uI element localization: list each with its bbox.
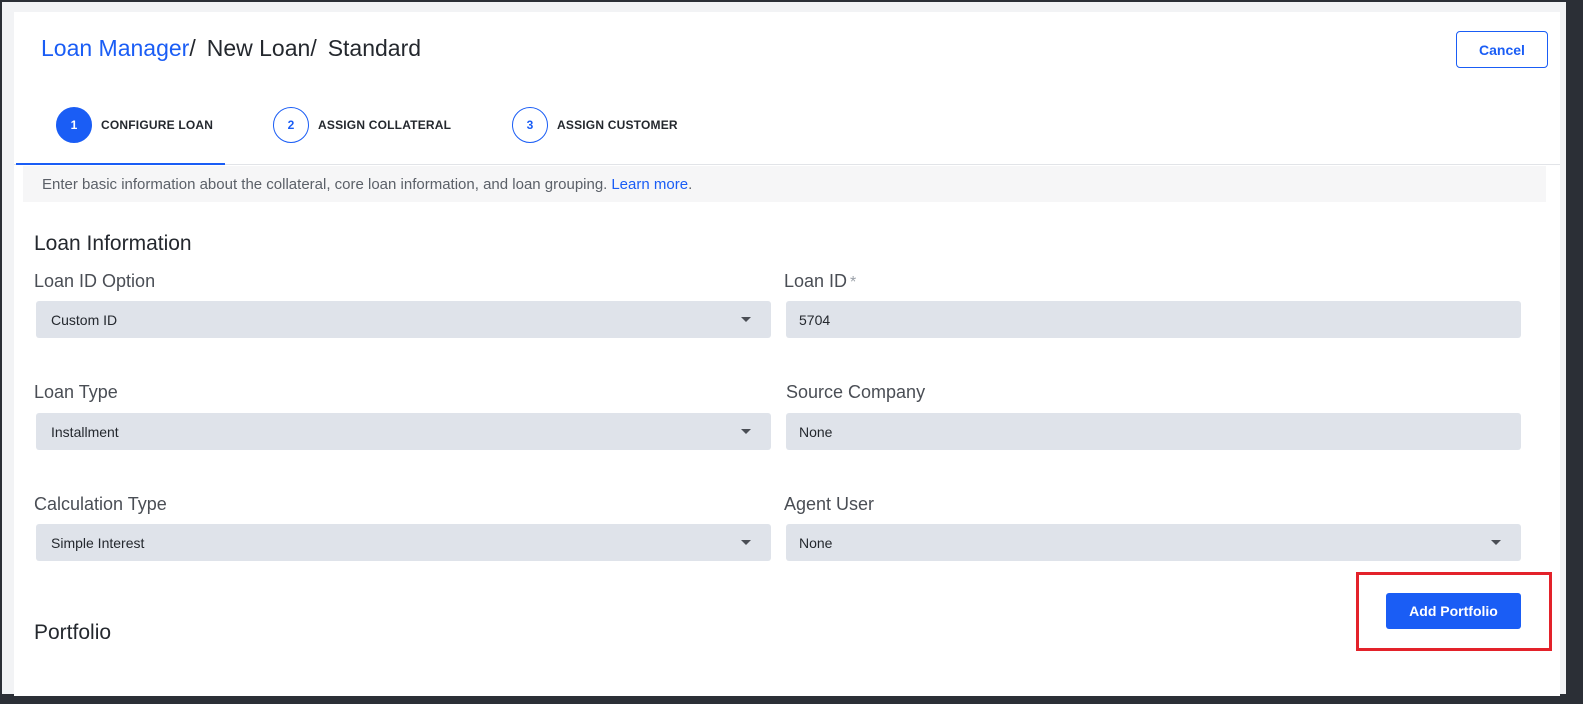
portfolio-title: Portfolio: [34, 621, 112, 644]
breadcrumb-loan-manager[interactable]: Loan Manager: [41, 35, 189, 62]
intro-banner: Enter basic information about the collat…: [23, 166, 1546, 202]
stepper: 1 CONFIGURE LOAN 2 ASSIGN COLLATERAL 3 A…: [14, 96, 1560, 165]
required-mark: *: [850, 274, 857, 291]
loan-type-select[interactable]: Installment: [36, 413, 771, 450]
step-number: 2: [273, 107, 309, 143]
chevron-down-icon: [1491, 540, 1501, 545]
loan-id-label-text: Loan ID: [784, 271, 848, 291]
window-frame: Loan Manager / New Loan / Standard Cance…: [2, 2, 1566, 696]
learn-more-link[interactable]: Learn more: [611, 176, 688, 193]
active-step-indicator: [16, 163, 225, 165]
loan-information-title: Loan Information: [34, 232, 192, 255]
loan-type-value: Installment: [51, 423, 119, 440]
step-label: ASSIGN CUSTOMER: [557, 118, 678, 132]
step-configure-loan[interactable]: 1 CONFIGURE LOAN: [56, 107, 213, 143]
cancel-button[interactable]: Cancel: [1456, 31, 1548, 68]
loan-id-option-select[interactable]: Custom ID: [36, 301, 771, 338]
chevron-down-icon: [741, 429, 751, 434]
source-company-label: Source Company: [786, 382, 926, 402]
step-assign-collateral[interactable]: 2 ASSIGN COLLATERAL: [273, 107, 451, 143]
step-number: 3: [512, 107, 548, 143]
source-company-input[interactable]: None: [786, 413, 1521, 450]
loan-id-input[interactable]: 5704: [786, 301, 1521, 338]
loan-type-label: Loan Type: [34, 382, 118, 402]
calculation-type-select[interactable]: Simple Interest: [36, 524, 771, 561]
chevron-down-icon: [741, 540, 751, 545]
step-assign-customer[interactable]: 3 ASSIGN CUSTOMER: [512, 107, 678, 143]
breadcrumb-separator: /: [189, 35, 196, 61]
highlight-box: [1356, 572, 1552, 651]
calculation-type-label: Calculation Type: [34, 494, 167, 514]
loan-id-option-label: Loan ID Option: [34, 271, 156, 291]
step-label: CONFIGURE LOAN: [101, 118, 214, 132]
loan-id-label: Loan ID *: [784, 271, 856, 292]
breadcrumb-new-loan: New Loan: [206, 35, 311, 61]
calculation-type-value: Simple Interest: [51, 534, 145, 551]
source-company-value: None: [799, 423, 833, 440]
step-number: 1: [56, 107, 92, 143]
step-label: ASSIGN COLLATERAL: [318, 118, 452, 132]
breadcrumb-standard: Standard: [327, 35, 422, 61]
chevron-down-icon: [741, 317, 751, 322]
agent-user-label: Agent User: [784, 494, 875, 514]
loan-id-option-value: Custom ID: [51, 311, 118, 328]
intro-text: Enter basic information about the collat…: [42, 175, 608, 193]
breadcrumb-separator: /: [310, 35, 317, 61]
loan-id-value: 5704: [799, 311, 831, 328]
breadcrumb: Loan Manager / New Loan / Standard: [41, 35, 421, 62]
intro-suffix: .: [688, 175, 693, 193]
agent-user-value: None: [799, 534, 833, 551]
main-panel: Loan Manager / New Loan / Standard Cance…: [14, 12, 1560, 696]
agent-user-select[interactable]: None: [786, 524, 1521, 561]
